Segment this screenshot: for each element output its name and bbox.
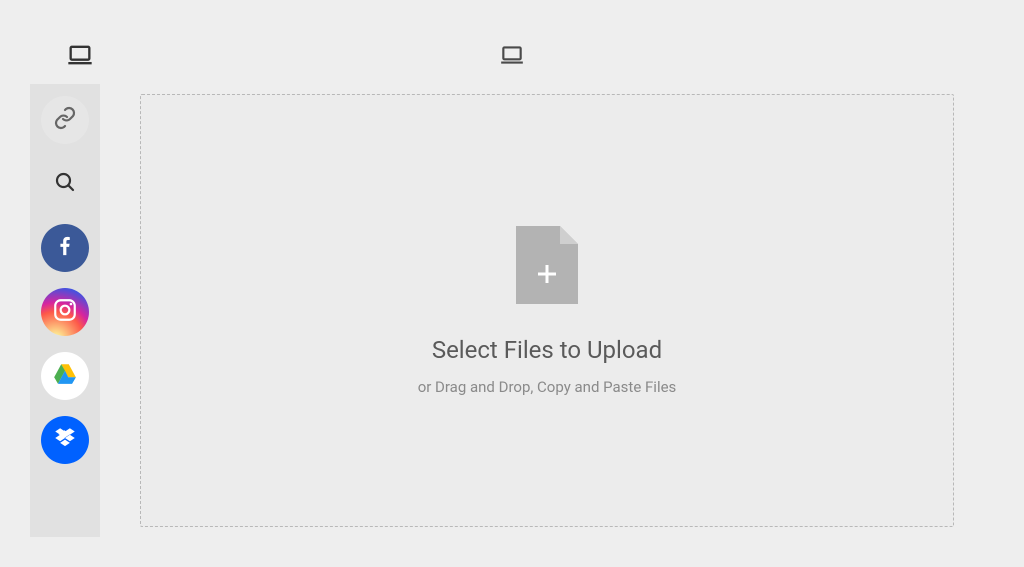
dropzone-title: Select Files to Upload	[432, 336, 662, 364]
dialog-body: Select Files to Upload or Drag and Drop,…	[30, 84, 994, 537]
source-google-drive-button[interactable]	[41, 352, 89, 400]
instagram-icon	[52, 297, 78, 327]
dropzone-subtitle: or Drag and Drop, Copy and Paste Files	[418, 378, 677, 396]
source-instagram-button[interactable]	[41, 288, 89, 336]
laptop-icon	[66, 41, 94, 73]
main-panel: Select Files to Upload or Drag and Drop,…	[100, 84, 994, 537]
file-add-icon	[516, 226, 578, 308]
link-icon	[53, 106, 77, 134]
facebook-icon	[54, 235, 76, 261]
source-sidebar	[30, 84, 100, 537]
source-facebook-button[interactable]	[41, 224, 89, 272]
search-icon	[53, 170, 77, 198]
upload-dialog: Select Files to Upload or Drag and Drop,…	[30, 30, 994, 537]
google-drive-icon	[52, 361, 78, 391]
source-dropbox-button[interactable]	[41, 416, 89, 464]
dropbox-icon	[52, 425, 78, 455]
dialog-header	[30, 30, 994, 84]
source-search-button[interactable]	[41, 160, 89, 208]
file-dropzone[interactable]: Select Files to Upload or Drag and Drop,…	[140, 94, 954, 527]
laptop-icon	[499, 42, 525, 72]
source-link-button[interactable]	[41, 96, 89, 144]
